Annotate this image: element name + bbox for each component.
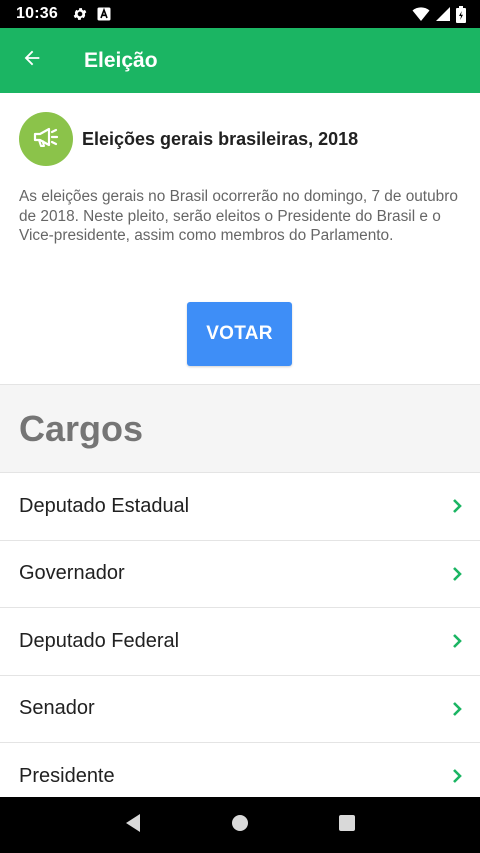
chevron-right-icon: [452, 633, 462, 649]
cargos-title: Cargos: [19, 407, 144, 449]
status-left-icons: [72, 6, 111, 22]
cargo-item-deputado-federal[interactable]: Deputado Federal: [0, 608, 480, 676]
election-title: Eleições gerais brasileiras, 2018: [82, 128, 359, 149]
app-bar: Eleição: [0, 28, 480, 93]
cargo-label: Presidente: [19, 764, 115, 787]
nav-back-button[interactable]: [113, 805, 153, 845]
election-header: Eleições gerais brasileiras, 2018: [19, 112, 358, 166]
a-badge-icon: [97, 7, 111, 21]
vote-button[interactable]: VOTAR: [187, 302, 292, 366]
cargo-item-presidente[interactable]: Presidente: [0, 743, 480, 797]
cargo-label: Deputado Federal: [19, 629, 180, 652]
election-description: As eleições gerais no Brasil ocorrerão n…: [19, 188, 458, 244]
system-nav-bar: [0, 797, 480, 853]
megaphone-icon: [31, 122, 61, 157]
nav-recents-button[interactable]: [327, 805, 367, 845]
chevron-right-icon: [452, 768, 462, 784]
back-triangle-icon: [124, 813, 142, 838]
back-button[interactable]: [0, 28, 64, 93]
main-content[interactable]: Eleições gerais brasileiras, 2018 As ele…: [0, 93, 480, 797]
nav-home-button[interactable]: [220, 805, 260, 845]
cargo-label: Governador: [19, 562, 125, 585]
cargos-header: Cargos: [0, 385, 480, 473]
signal-icon: [436, 6, 450, 22]
cargo-label: Deputado Estadual: [19, 494, 190, 517]
arrow-back-icon: [21, 47, 43, 74]
cargo-list: Deputado Estadual Governador Deputado Fe…: [0, 473, 480, 797]
cargo-label: Senador: [19, 697, 95, 720]
battery-icon: [456, 5, 466, 23]
status-time: 10:36: [16, 5, 58, 22]
status-bar: 10:36: [0, 0, 480, 28]
chevron-right-icon: [452, 498, 462, 514]
status-right-icons: [412, 5, 466, 23]
page-title: Eleição: [84, 48, 158, 72]
gear-icon: [72, 6, 88, 22]
chevron-right-icon: [452, 701, 462, 717]
recents-square-icon: [338, 814, 356, 837]
chevron-right-icon: [452, 566, 462, 582]
cargo-item-deputado-estadual[interactable]: Deputado Estadual: [0, 473, 480, 541]
wifi-icon: [412, 6, 430, 22]
cargo-item-governador[interactable]: Governador: [0, 541, 480, 608]
election-avatar: [19, 112, 73, 166]
election-card: Eleições gerais brasileiras, 2018 As ele…: [0, 93, 480, 385]
cargo-item-senador[interactable]: Senador: [0, 676, 480, 743]
home-circle-icon: [231, 814, 249, 837]
